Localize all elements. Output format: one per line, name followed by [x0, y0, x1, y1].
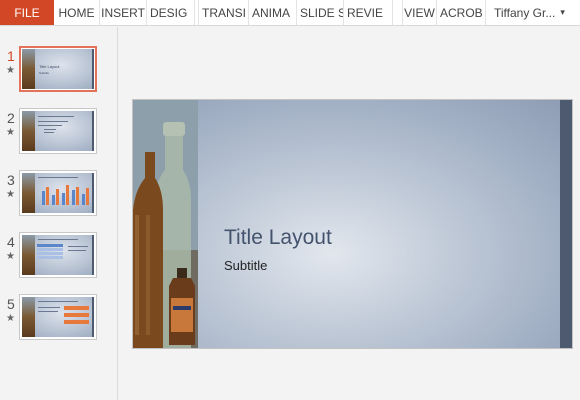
thumbnail-preview	[22, 235, 94, 275]
chart-bar	[42, 191, 45, 205]
chart-bar	[76, 187, 79, 205]
slide-number: 3	[7, 172, 15, 188]
slide-thumbnail[interactable]: 3 ★	[0, 170, 118, 224]
text-line	[68, 250, 86, 251]
slide-thumbnail[interactable]: 1 ★ Title Layout Subtitle	[0, 46, 118, 100]
thumbnail-frame	[19, 170, 97, 216]
thumbnail-frame: Title Layout Subtitle	[19, 46, 97, 92]
star-icon: ★	[6, 313, 15, 324]
bottles-image	[22, 49, 35, 89]
accent-bar	[92, 49, 94, 89]
text-line	[38, 307, 60, 308]
bottles-illustration	[133, 100, 198, 348]
bottles-image	[22, 173, 35, 213]
tab-slide-show[interactable]: SLIDE S	[297, 0, 344, 25]
thumbnail-frame	[19, 232, 97, 278]
user-account-menu[interactable]: Tiffany Gr... ▾	[486, 0, 565, 25]
thumbnail-subtitle: Subtitle	[39, 71, 50, 75]
table-row	[37, 244, 63, 247]
text-line	[38, 301, 78, 302]
tab-review[interactable]: REVIE	[344, 0, 393, 25]
thumbnail-preview	[22, 173, 94, 213]
text-line	[38, 239, 78, 240]
accent-bar	[560, 100, 572, 348]
table-row	[37, 252, 63, 255]
slide-number: 2	[7, 110, 15, 126]
chart-bar	[46, 187, 49, 205]
text-line	[44, 129, 56, 130]
text-line	[38, 125, 62, 126]
slide-thumbnail[interactable]: 5 ★	[0, 294, 118, 348]
accent-bar	[92, 111, 94, 151]
callout-box	[64, 320, 89, 324]
caret-down-icon: ▾	[560, 7, 565, 17]
thumbnail-preview	[22, 111, 94, 151]
tab-view[interactable]: VIEW	[403, 0, 437, 25]
star-icon: ★	[6, 65, 15, 76]
bottles-image	[22, 235, 35, 275]
ribbon-tab-bar: FILE HOME INSERT DESIG TRANSI ANIMA SLID…	[0, 0, 580, 26]
slide-thumbnail[interactable]: 2 ★	[0, 108, 118, 162]
accent-bar	[92, 173, 94, 213]
tab-animations[interactable]: ANIMA	[249, 0, 297, 25]
slide-number: 5	[7, 296, 15, 312]
table-row	[37, 256, 63, 259]
text-line	[38, 121, 68, 122]
thumbnail-preview: Title Layout Subtitle	[22, 49, 94, 89]
tab-design[interactable]: DESIG	[147, 0, 195, 25]
slide-title[interactable]: Title Layout	[224, 226, 332, 250]
slide-number: 4	[7, 234, 15, 250]
slide-thumbnail[interactable]: 4 ★	[0, 232, 118, 286]
chart-bar	[86, 188, 89, 205]
chart-bar	[66, 185, 69, 205]
tab-acrobat[interactable]: ACROB	[437, 0, 486, 25]
user-name: Tiffany Gr...	[494, 5, 556, 20]
chart-bar	[52, 195, 55, 205]
tab-file[interactable]: FILE	[0, 0, 54, 25]
text-line	[68, 246, 88, 247]
accent-bar	[92, 297, 94, 337]
bottles-image	[22, 111, 35, 151]
current-slide[interactable]: Title Layout Subtitle	[132, 99, 573, 349]
text-line	[38, 177, 78, 178]
callout-box	[64, 306, 89, 310]
star-icon: ★	[6, 251, 15, 262]
slide-number: 1	[7, 48, 15, 64]
star-icon: ★	[6, 127, 15, 138]
slide-editor: Title Layout Subtitle	[119, 27, 580, 400]
chart-bar	[72, 190, 75, 205]
callout-box	[64, 313, 89, 317]
star-icon: ★	[6, 189, 15, 200]
text-line	[38, 116, 74, 117]
text-line	[38, 311, 58, 312]
chart-bar	[62, 193, 65, 205]
thumbnail-frame	[19, 108, 97, 154]
slide-thumbnail-pane: 1 ★ Title Layout Subtitle 2 ★ 3 ★ 4 ★ 5 …	[0, 27, 118, 400]
bottles-image	[22, 297, 35, 337]
text-line	[44, 132, 54, 133]
thumbnail-preview	[22, 297, 94, 337]
tab-transitions[interactable]: TRANSI	[199, 0, 249, 25]
bottles-image	[133, 100, 198, 348]
thumbnail-title: Title Layout	[39, 64, 60, 69]
accent-bar	[92, 235, 94, 275]
chart-bar	[82, 194, 85, 205]
tab-spacer	[393, 0, 403, 25]
chart-bar	[56, 189, 59, 205]
slide-subtitle[interactable]: Subtitle	[224, 258, 267, 273]
tab-insert[interactable]: INSERT	[100, 0, 147, 25]
thumbnail-frame	[19, 294, 97, 340]
tab-home[interactable]: HOME	[54, 0, 100, 25]
table-row	[37, 248, 63, 251]
